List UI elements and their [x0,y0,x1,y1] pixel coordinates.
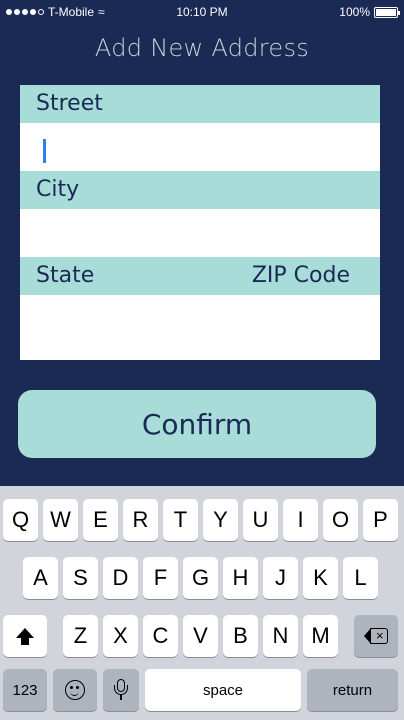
battery-fill [376,8,396,16]
dictation-key[interactable] [103,669,139,711]
confirm-label: Confirm [141,407,253,441]
app-screen: T-Mobile ≈ 10:10 PM 100% Add New Address… [0,0,404,720]
key-v[interactable]: V [183,615,218,657]
zip-label: ZIP Code [251,263,350,288]
keyboard: Q W E R T Y U I O P A S D F G H J K L Z … [0,486,404,720]
key-j[interactable]: J [263,557,298,599]
microphone-icon [113,679,129,701]
key-n[interactable]: N [263,615,298,657]
numbers-key[interactable]: 123 [3,669,47,711]
state-field[interactable] [20,295,200,360]
state-zip-label-bar: State ZIP Code [20,257,380,295]
address-form: Street City State ZIP Code [20,85,380,360]
key-w[interactable]: W [43,499,78,541]
status-bar: T-Mobile ≈ 10:10 PM 100% [0,0,404,24]
key-y[interactable]: Y [203,499,238,541]
street-field[interactable] [20,123,380,171]
key-x[interactable]: X [103,615,138,657]
key-m[interactable]: M [303,615,338,657]
key-l[interactable]: L [343,557,378,599]
backspace-icon: × [364,628,388,644]
key-t[interactable]: T [163,499,198,541]
shift-key[interactable] [3,615,47,657]
key-d[interactable]: D [103,557,138,599]
key-e[interactable]: E [83,499,118,541]
key-s[interactable]: S [63,557,98,599]
key-k[interactable]: K [303,557,338,599]
key-f[interactable]: F [143,557,178,599]
street-label-bar: Street [20,85,380,123]
shift-icon [16,628,34,645]
city-label: City [36,177,80,202]
emoji-icon [65,680,85,700]
key-b[interactable]: B [223,615,258,657]
key-z[interactable]: Z [63,615,98,657]
key-o[interactable]: O [323,499,358,541]
key-p[interactable]: P [363,499,398,541]
zip-field[interactable] [200,295,380,360]
key-q[interactable]: Q [3,499,38,541]
key-r[interactable]: R [123,499,158,541]
battery-icon [374,6,400,18]
key-i[interactable]: I [283,499,318,541]
key-u[interactable]: U [243,499,278,541]
page-title: Add New Address [94,34,310,62]
city-label-bar: City [20,171,380,209]
return-key[interactable]: return [307,669,398,711]
battery-percent: 100% [339,5,370,19]
backspace-key[interactable]: × [354,615,398,657]
text-caret [43,139,46,163]
key-c[interactable]: C [143,615,178,657]
status-right: 100% [339,5,400,19]
key-a[interactable]: A [23,557,58,599]
space-key[interactable]: space [145,669,301,711]
key-g[interactable]: G [183,557,218,599]
confirm-button[interactable]: Confirm [18,390,376,458]
city-field[interactable] [20,209,380,257]
emoji-key[interactable] [53,669,97,711]
key-h[interactable]: H [223,557,258,599]
street-label: Street [36,91,103,116]
state-label: State [36,263,95,288]
